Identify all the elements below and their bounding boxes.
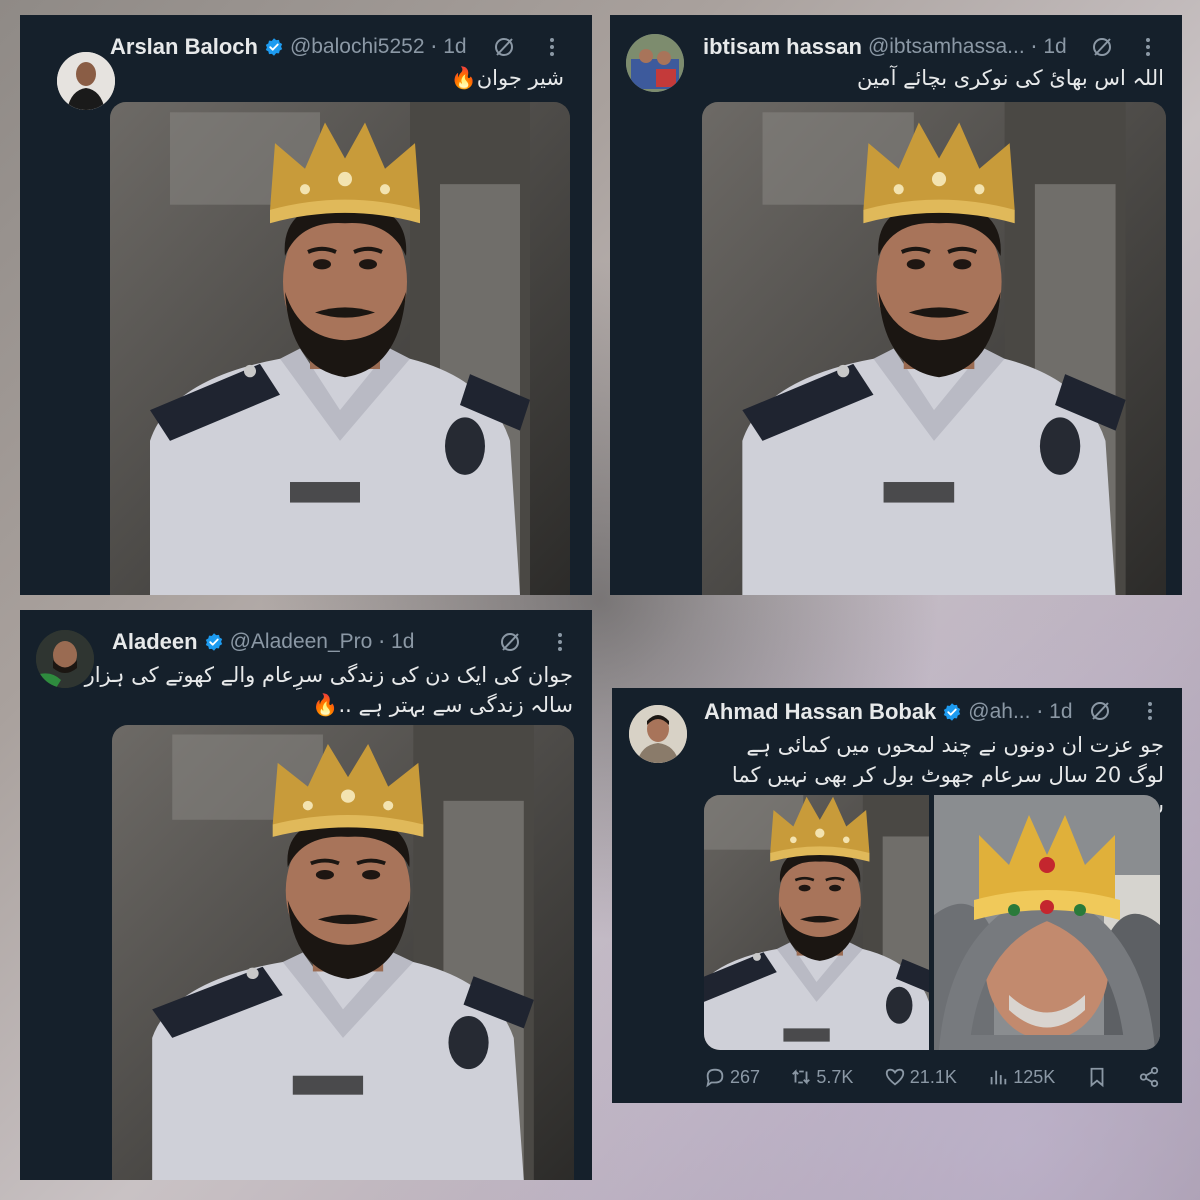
author-handle[interactable]: @balochi5252 [290, 35, 425, 59]
repost-count: 5.7K [816, 1066, 854, 1087]
separator: · [378, 630, 386, 654]
more-icon[interactable] [548, 35, 556, 59]
post-age[interactable]: 1d [391, 630, 414, 654]
reply-icon [706, 1068, 724, 1088]
views-button[interactable]: 125K [987, 1066, 1055, 1088]
avatar-image [57, 52, 115, 110]
post-age[interactable]: 1d [443, 35, 466, 59]
officer-photo [702, 102, 1166, 595]
more-icon[interactable] [556, 630, 564, 654]
author-row: ibtisam hassan @ibtsamhassa... · 1d [703, 32, 1067, 62]
author-name[interactable]: Aladeen [112, 629, 198, 655]
tweet-text-line-1: جو عزت ان دونوں نے چند لمحوں میں کمائی ہ… [746, 733, 1164, 757]
repost-button[interactable]: 5.7K [790, 1066, 853, 1088]
old-man-photo [934, 795, 1160, 1050]
reply-count: 267 [730, 1066, 761, 1087]
post-age[interactable]: 1d [1043, 35, 1066, 59]
tweet-image[interactable] [702, 102, 1166, 595]
avatar[interactable] [629, 705, 687, 763]
tweet-card-aladeen[interactable]: Aladeen @Aladeen_Pro · 1d جوان کی ایک دن… [20, 610, 592, 1180]
author-handle[interactable]: @ah... [968, 700, 1030, 724]
tweet-text-line-2: سالہ زندگی سے بہتر ہے ..🔥 [312, 693, 573, 717]
tweet-card-ibtisam[interactable]: ibtisam hassan @ibtsamhassa... · 1d اللہ… [610, 15, 1182, 595]
views-icon [990, 1070, 1007, 1085]
grok-icon[interactable] [1090, 35, 1114, 59]
separator: · [430, 35, 438, 59]
like-button[interactable]: 21.1K [884, 1066, 957, 1088]
tweet-actions: 267 5.7K 21.1K 125K [704, 1066, 1160, 1088]
grok-icon[interactable] [1088, 699, 1112, 723]
tweet-card-arslan[interactable]: Arslan Baloch @balochi5252 · 1d شیر جوان… [20, 15, 592, 595]
tweet-image-right[interactable] [934, 795, 1160, 1050]
author-name[interactable]: Arslan Baloch [110, 34, 258, 60]
avatar[interactable] [626, 34, 684, 92]
tweet-image[interactable] [110, 102, 570, 595]
more-icon[interactable] [1144, 35, 1152, 59]
grok-icon[interactable] [498, 630, 522, 654]
avatar[interactable] [57, 52, 115, 110]
avatar-image [629, 705, 687, 763]
officer-photo [704, 795, 929, 1050]
author-handle[interactable]: @ibtsamhassa... [868, 35, 1025, 59]
tweet-image[interactable] [112, 725, 574, 1180]
author-name[interactable]: Ahmad Hassan Bobak [704, 699, 936, 725]
officer-photo [110, 102, 570, 595]
verified-badge-icon [204, 632, 224, 652]
verified-badge-icon [264, 37, 284, 57]
grok-icon[interactable] [492, 35, 516, 59]
author-row: Ahmad Hassan Bobak @ah... · 1d [704, 697, 1073, 727]
share-icon[interactable] [1138, 1066, 1160, 1088]
more-icon[interactable] [1146, 699, 1154, 723]
tweet-text-line-1: جوان کی ایک دن کی زندگی سرِعام والے کھوت… [84, 663, 573, 687]
author-name[interactable]: ibtisam hassan [703, 34, 862, 60]
like-count: 21.1K [909, 1066, 957, 1087]
post-age[interactable]: 1d [1049, 700, 1072, 724]
avatar-image [626, 34, 684, 92]
reply-button[interactable]: 267 [704, 1066, 760, 1088]
tweet-text: شیر جوان🔥 [450, 66, 564, 90]
author-row: Aladeen @Aladeen_Pro · 1d [112, 627, 414, 657]
separator: · [1036, 700, 1044, 724]
tweet-text: اللہ اس بھائ کی نوکری بچائے آمین [857, 66, 1164, 90]
views-count: 125K [1013, 1066, 1056, 1087]
tweet-image-left[interactable] [704, 795, 929, 1050]
author-handle[interactable]: @Aladeen_Pro [230, 630, 373, 654]
officer-photo [112, 725, 574, 1180]
repost-icon [792, 1069, 811, 1085]
tweet-card-ahmad[interactable]: Ahmad Hassan Bobak @ah... · 1d جو عزت ان… [612, 688, 1182, 1103]
separator: · [1030, 35, 1038, 59]
verified-badge-icon [942, 702, 962, 722]
bookmark-icon[interactable] [1086, 1066, 1108, 1088]
author-row: Arslan Baloch @balochi5252 · 1d [110, 32, 467, 62]
like-icon [885, 1068, 904, 1086]
